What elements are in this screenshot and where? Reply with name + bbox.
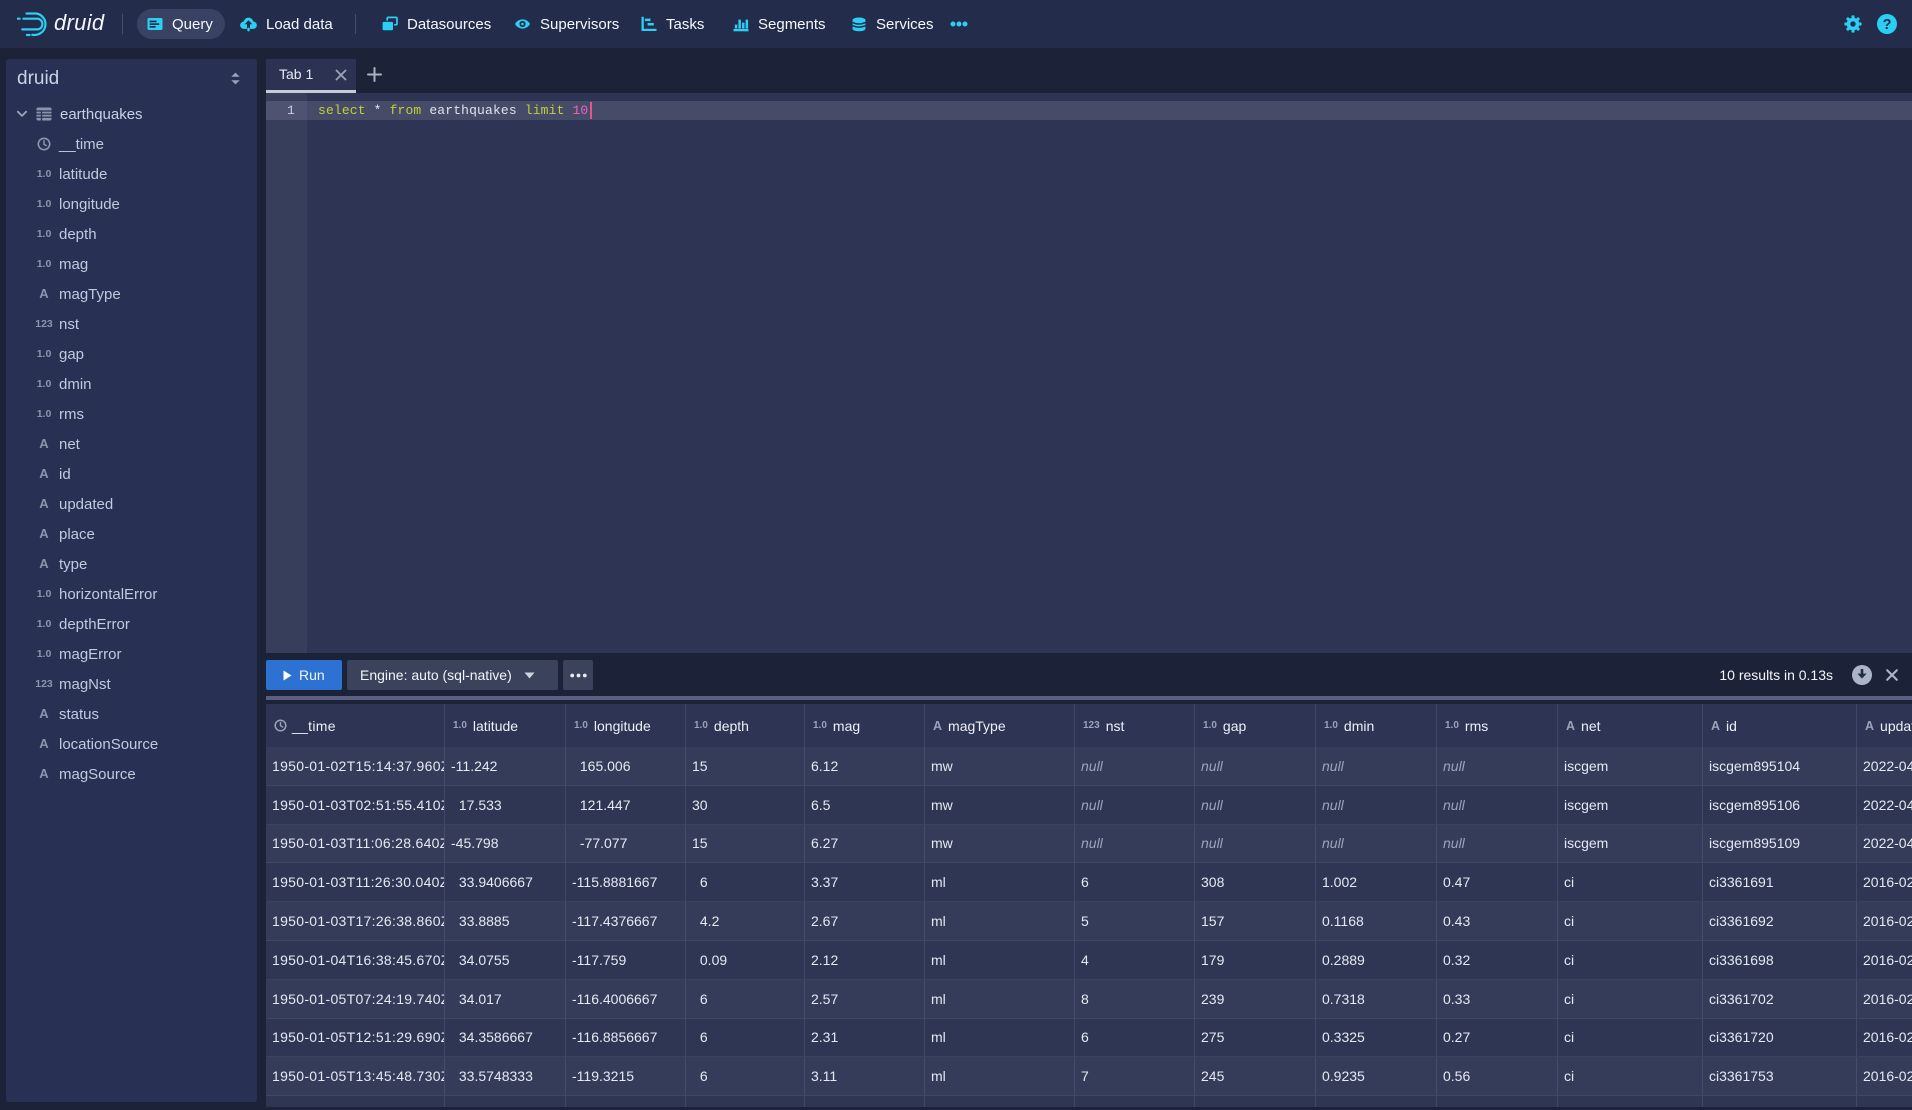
svg-text:?: ? — [1883, 17, 1892, 33]
